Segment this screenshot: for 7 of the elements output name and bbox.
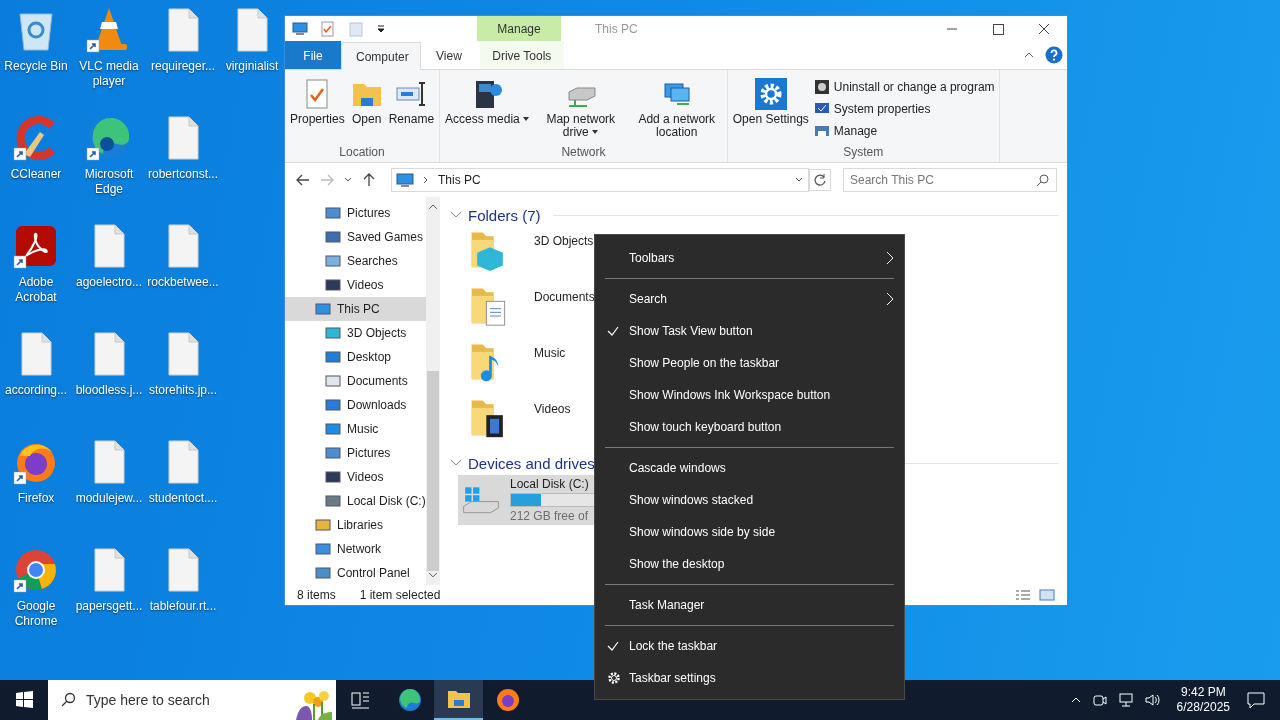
ribbon-group-label: Location (338, 145, 386, 161)
contextual-tab-group: Manage (477, 16, 561, 41)
status-text: 1 item selected (359, 588, 441, 602)
ribbon-group-label: Network (560, 145, 607, 161)
ribbon-group-label: System (842, 145, 885, 161)
status-text: 8 items (297, 588, 336, 602)
window-title: This PC (595, 20, 638, 38)
